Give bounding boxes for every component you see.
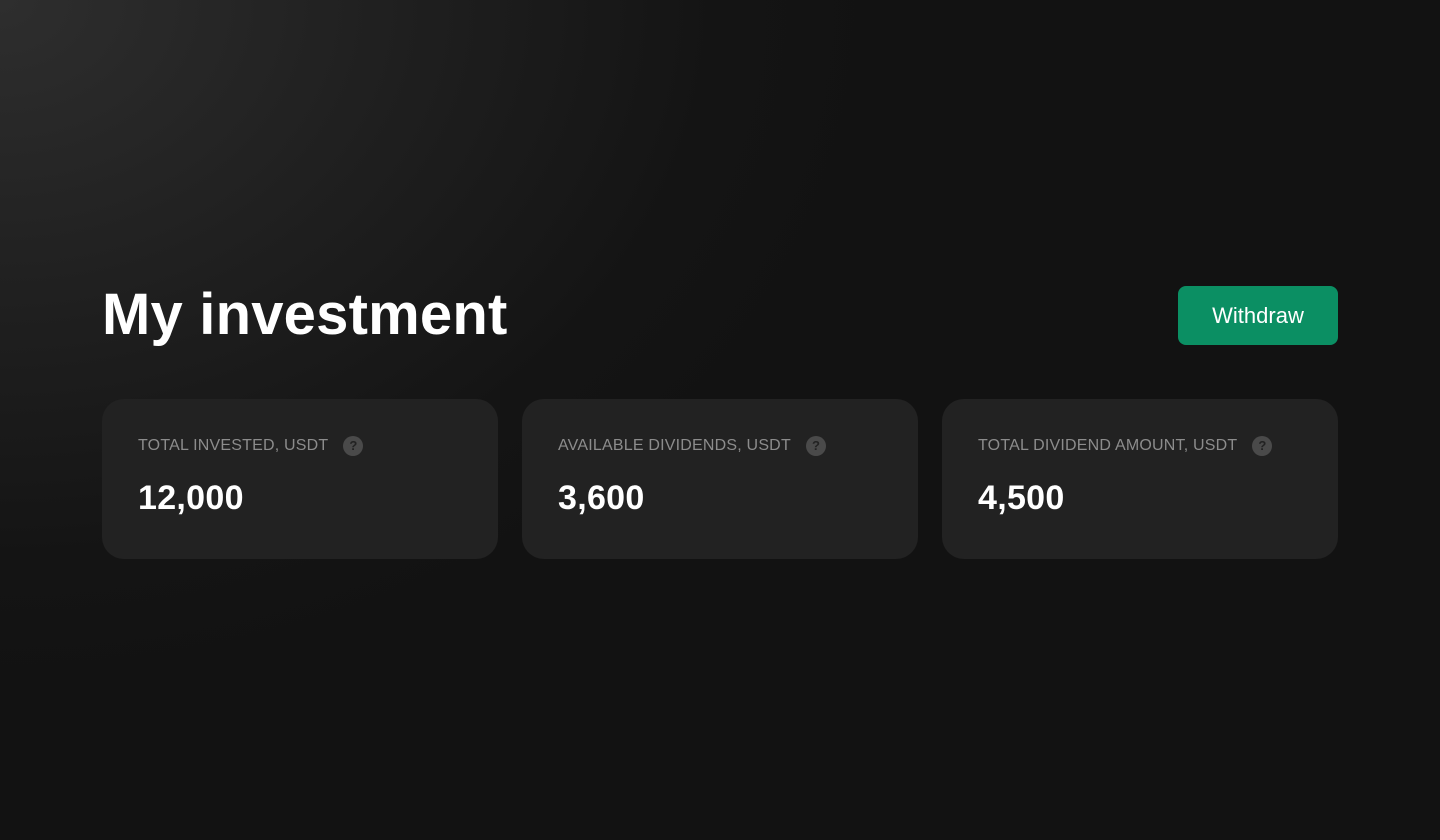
stats-cards: TOTAL INVESTED, USDT ? 12,000 AVAILABLE … [102, 399, 1338, 559]
page-title: My investment [102, 282, 508, 347]
question-circle-icon[interactable]: ? [1252, 436, 1273, 456]
card-label-row: TOTAL INVESTED, USDT ? [138, 436, 364, 456]
question-circle-icon[interactable]: ? [805, 436, 826, 456]
card-label-row: AVAILABLE DIVIDENDS, USDT ? [558, 436, 826, 456]
question-circle-icon[interactable]: ? [343, 436, 364, 456]
card-value: 4,500 [978, 479, 1065, 517]
withdraw-button[interactable]: Withdraw [1178, 286, 1338, 345]
card-value: 3,600 [558, 479, 645, 517]
card-value: 12,000 [138, 479, 244, 517]
card-label: TOTAL DIVIDEND AMOUNT, USDT [978, 437, 1238, 454]
card-label-row: TOTAL DIVIDEND AMOUNT, USDT ? [978, 436, 1273, 456]
total-invested-card: TOTAL INVESTED, USDT ? 12,000 [102, 399, 498, 559]
available-dividends-card: AVAILABLE DIVIDENDS, USDT ? 3,600 [522, 399, 918, 559]
card-label: TOTAL INVESTED, USDT [138, 437, 329, 454]
page-header: My investment Withdraw [102, 282, 1338, 347]
card-label: AVAILABLE DIVIDENDS, USDT [558, 437, 791, 454]
total-dividend-amount-card: TOTAL DIVIDEND AMOUNT, USDT ? 4,500 [942, 399, 1338, 559]
